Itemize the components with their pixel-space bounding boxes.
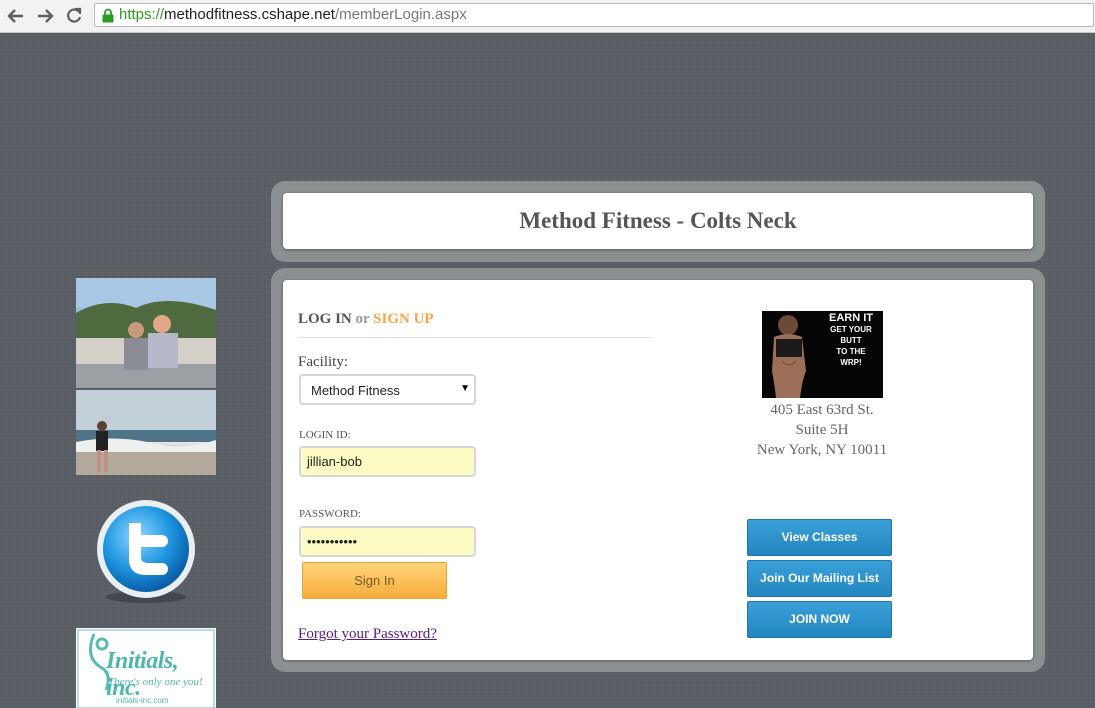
facility-select-value: Method Fitness xyxy=(311,383,400,398)
password-label: PASSWORD: xyxy=(299,508,361,520)
join-now-button[interactable]: JOIN NOW xyxy=(747,601,892,638)
lock-icon xyxy=(102,8,114,23)
login-header: LOG IN or SIGN UP xyxy=(298,311,653,338)
sidebar-photo-beach[interactable] xyxy=(76,390,216,475)
address-bar[interactable]: https://methodfitness.cshape.net/memberL… xyxy=(94,3,1094,27)
back-arrow-icon[interactable] xyxy=(6,6,26,26)
facility-address: 405 East 63rd St. Suite 5H New York, NY … xyxy=(742,400,902,460)
initials-tagline: There's only one you! xyxy=(108,676,203,688)
address-line-3: New York, NY 10011 xyxy=(756,442,888,458)
forward-arrow-icon[interactable] xyxy=(35,6,55,26)
dropdown-arrow-icon: ▼ xyxy=(460,383,470,394)
login-id-input[interactable]: jillian-bob xyxy=(299,446,476,477)
main-panel: LOG IN or SIGN UP Facility: Method Fitne… xyxy=(271,268,1045,672)
facility-label: Facility: xyxy=(298,354,348,370)
address-line-2: Suite 5H xyxy=(795,422,849,438)
url-path: /memberLogin.aspx xyxy=(334,6,467,23)
login-tab[interactable]: LOG IN xyxy=(298,311,352,327)
or-separator: or xyxy=(355,311,370,327)
mailing-list-button[interactable]: Join Our Mailing List xyxy=(747,560,892,597)
promo-text: EARN IT GET YOUR BUTT TO THE WRP! xyxy=(820,311,882,368)
twitter-icon[interactable] xyxy=(96,497,196,605)
url-text: https://methodfitness.cshape.net/memberL… xyxy=(119,4,467,26)
reload-icon[interactable] xyxy=(64,6,84,26)
login-id-label: LOGIN ID: xyxy=(299,429,351,441)
promo-line-1: EARN IT xyxy=(829,312,873,324)
url-scheme: https:// xyxy=(119,6,165,23)
promo-line-4: TO THE xyxy=(836,347,866,356)
browser-toolbar: https://methodfitness.cshape.net/memberL… xyxy=(0,0,1095,33)
page-title: Method Fitness - Colts Neck xyxy=(519,208,797,233)
facility-select[interactable]: Method Fitness ▼ xyxy=(299,374,476,405)
view-classes-button[interactable]: View Classes xyxy=(747,519,892,556)
initials-url: initials-inc.com xyxy=(116,696,169,705)
sidebar-photo-couple[interactable] xyxy=(76,278,216,388)
initials-logo[interactable]: Initials, inc. There's only one you! ini… xyxy=(76,628,216,708)
promo-line-3: BUTT xyxy=(840,336,862,345)
signup-link[interactable]: SIGN UP xyxy=(373,311,433,327)
title-card: Method Fitness - Colts Neck xyxy=(283,193,1033,249)
title-panel: Method Fitness - Colts Neck xyxy=(271,181,1045,262)
promo-line-2: GET YOUR xyxy=(830,325,872,334)
forgot-password-link[interactable]: Forgot your Password? xyxy=(298,626,437,643)
main-card: LOG IN or SIGN UP Facility: Method Fitne… xyxy=(283,280,1033,660)
promo-line-5: WRP! xyxy=(840,358,862,367)
password-input[interactable]: ••••••••••• xyxy=(299,526,476,557)
address-line-1: 405 East 63rd St. xyxy=(770,402,874,418)
promo-banner[interactable]: EARN IT GET YOUR BUTT TO THE WRP! xyxy=(762,311,883,398)
initials-logo-text: Initials, inc. xyxy=(106,648,179,701)
sign-in-button[interactable]: Sign In xyxy=(302,562,447,599)
url-host: methodfitness.cshape.net xyxy=(164,6,335,23)
